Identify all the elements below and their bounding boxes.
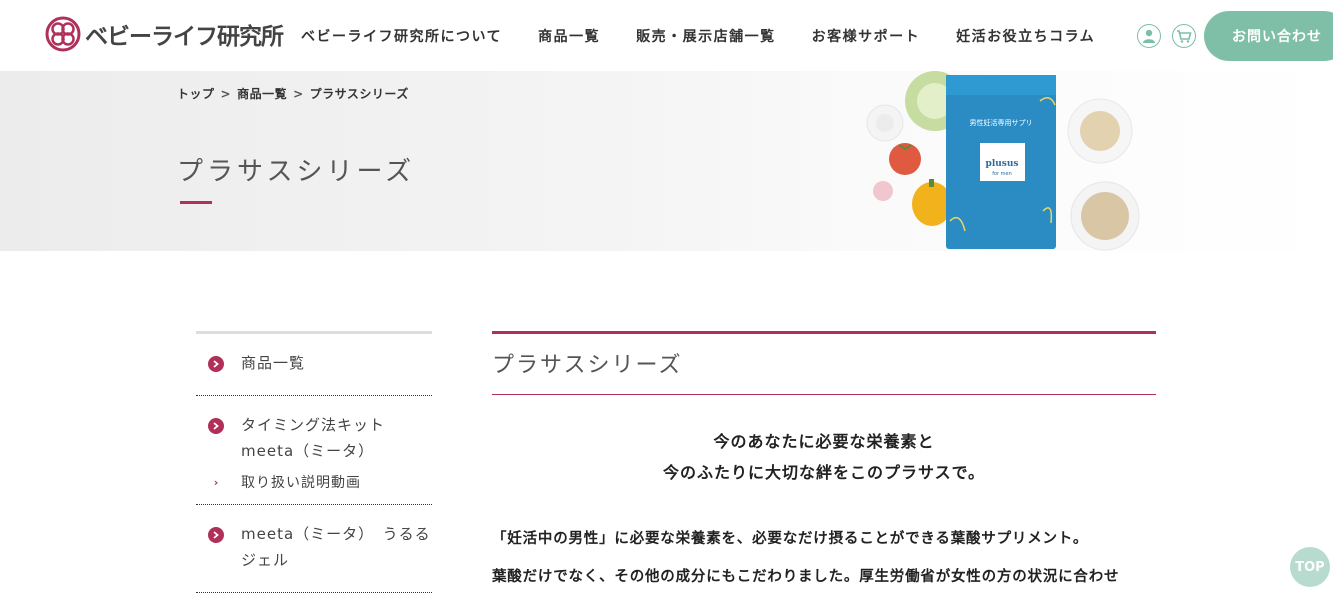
page-title: プラサスシリーズ bbox=[177, 157, 416, 187]
breadcrumb: トップ > 商品一覧 > プラサスシリーズ bbox=[177, 85, 409, 102]
sidebar: 商品一覧 タイミング法キット meeta（ミータ） › 取り扱い説明動画 mee… bbox=[196, 331, 432, 593]
body-paragraph: 「妊活中の男性」に必要な栄養素を、必要なだけ摂ることができる葉酸サプリメント。 … bbox=[492, 520, 1156, 595]
logo-text: ベビーライフ研究所 bbox=[85, 24, 284, 50]
nav-stores[interactable]: 販売・展示店舗一覧 bbox=[636, 26, 776, 46]
package-sub: for men bbox=[992, 171, 1012, 177]
chevron-right-icon bbox=[208, 356, 224, 372]
breadcrumb-top[interactable]: トップ bbox=[177, 87, 215, 101]
sidebar-subitem-video[interactable]: › 取り扱い説明動画 bbox=[208, 472, 432, 492]
chevron-small-icon: › bbox=[213, 475, 219, 489]
nav-support[interactable]: お客様サポート bbox=[812, 26, 921, 46]
logo-mark-icon bbox=[45, 16, 81, 52]
sidebar-item-jel[interactable]: meeta（ミータ） うるるジェル bbox=[196, 505, 432, 593]
back-to-top-button[interactable]: TOP bbox=[1290, 547, 1330, 587]
contact-button[interactable]: お問い合わせ bbox=[1204, 11, 1333, 61]
lead-line: 今のふたりに大切な絆をこのプラサスで。 bbox=[662, 463, 986, 482]
sidebar-item-products[interactable]: 商品一覧 bbox=[196, 334, 432, 396]
page-hero: トップ > 商品一覧 > プラサスシリーズ プラサスシリーズ 男性妊活専用サプリ plu… bbox=[0, 71, 1333, 251]
sidebar-item-label: 商品一覧 bbox=[241, 354, 306, 372]
site-logo[interactable]: ベビーライフ研究所 bbox=[45, 16, 284, 52]
package-label: 男性妊活専用サプリ bbox=[970, 118, 1033, 127]
section-title: プラサスシリーズ bbox=[492, 353, 683, 378]
sidebar-item-label: タイミング法キット meeta（ミータ） bbox=[241, 416, 386, 460]
lead-line: 今のあなたに必要な栄養素と bbox=[713, 432, 935, 451]
breadcrumb-products[interactable]: 商品一覧 bbox=[237, 87, 287, 101]
user-icon[interactable] bbox=[1137, 24, 1161, 48]
sidebar-group-meeta: タイミング法キット meeta（ミータ） › 取り扱い説明動画 bbox=[196, 396, 432, 505]
nav-column[interactable]: 妊活お役立ちコラム bbox=[956, 26, 1095, 46]
product-hero-image: 男性妊活専用サプリ plusus for men bbox=[866, 71, 1140, 251]
body-line: 葉酸だけでなく、その他の成分にもこだわりました。厚生労働省が女性の方の状況に合わ… bbox=[492, 569, 1120, 585]
sidebar-subitem-label: 取り扱い説明動画 bbox=[241, 475, 361, 491]
site-header: ベビーライフ研究所 ベビーライフ研究所について 商品一覧 販売・展示店舗一覧 お… bbox=[0, 0, 1333, 71]
chevron-right-icon bbox=[208, 527, 224, 543]
main-content: プラサスシリーズ 今のあなたに必要な栄養素と 今のふたりに大切な絆をこのプラサス… bbox=[492, 331, 1156, 595]
title-underline bbox=[180, 201, 212, 204]
chevron-right-icon bbox=[208, 418, 224, 434]
cart-icon[interactable] bbox=[1172, 24, 1196, 48]
main-nav: ベビーライフ研究所について 商品一覧 販売・展示店舗一覧 お客様サポート 妊活お… bbox=[301, 26, 1131, 46]
lead-text: 今のあなたに必要な栄養素と 今のふたりに大切な絆をこのプラサスで。 bbox=[492, 426, 1156, 488]
body-line: 「妊活中の男性」に必要な栄養素を、必要なだけ摂ることができる葉酸サプリメント。 bbox=[492, 531, 1089, 547]
breadcrumb-separator: > bbox=[220, 87, 232, 101]
breadcrumb-separator: > bbox=[293, 87, 304, 101]
nav-products[interactable]: 商品一覧 bbox=[538, 26, 600, 46]
package-brand: plusus bbox=[986, 159, 1019, 169]
sidebar-item-label: meeta（ミータ） うるるジェル bbox=[241, 525, 431, 569]
sidebar-item-meeta[interactable]: タイミング法キット meeta（ミータ） bbox=[208, 416, 432, 464]
section-header: プラサスシリーズ bbox=[492, 331, 1156, 395]
nav-about[interactable]: ベビーライフ研究所について bbox=[301, 26, 502, 46]
breadcrumb-current: プラサスシリーズ bbox=[309, 87, 409, 101]
